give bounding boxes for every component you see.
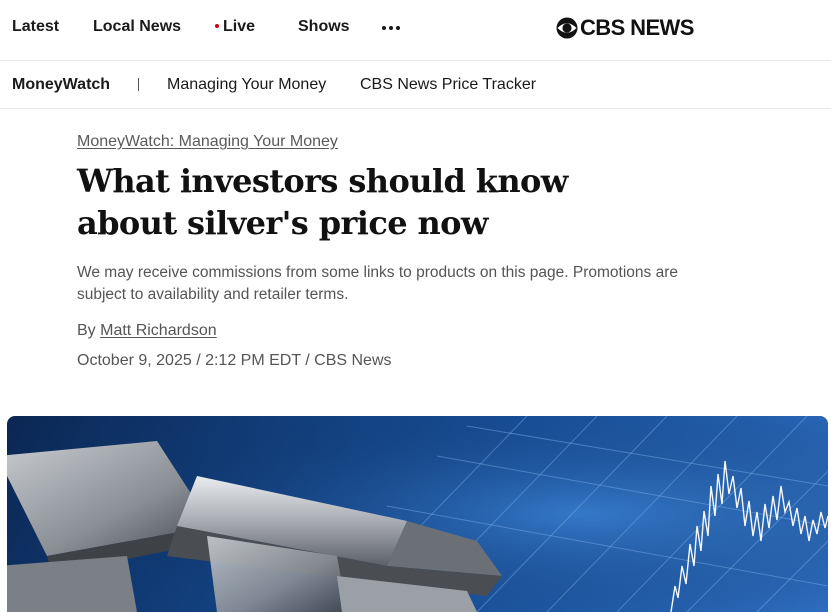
nav-local-news[interactable]: Local News xyxy=(93,18,181,36)
nav-live[interactable]: Live xyxy=(215,18,255,36)
more-dots-icon[interactable] xyxy=(382,21,400,35)
dateline: October 9, 2025 / 2:12 PM EDT / CBS News xyxy=(77,352,392,369)
cbs-news-logo[interactable]: CBS NEWS xyxy=(556,14,694,42)
nav-shows[interactable]: Shows xyxy=(298,18,350,36)
section-link-managing-your-money[interactable]: Managing Your Money xyxy=(167,76,326,94)
cbs-eye-icon xyxy=(556,17,578,39)
section-link-price-tracker[interactable]: CBS News Price Tracker xyxy=(360,76,536,94)
page-title: What investors should know about silver'… xyxy=(77,162,568,242)
hero-image xyxy=(7,416,828,612)
nav-latest[interactable]: Latest xyxy=(12,18,59,36)
affiliate-disclaimer: We may receive commissions from some lin… xyxy=(77,264,679,303)
top-nav: Latest Local News Live Shows CBS NEWS xyxy=(0,0,831,61)
section-divider xyxy=(138,78,139,91)
live-dot-icon xyxy=(215,24,219,28)
section-moneywatch[interactable]: MoneyWatch xyxy=(12,76,110,94)
brand-name: CBS NEWS xyxy=(580,15,694,40)
nav-live-label: Live xyxy=(223,18,256,35)
byline: By Matt Richardson xyxy=(77,322,217,340)
section-nav: MoneyWatch Managing Your Money CBS News … xyxy=(0,61,831,109)
author-link[interactable]: Matt Richardson xyxy=(100,322,217,339)
byline-prefix: By xyxy=(77,322,96,339)
silver-bars-chart-image xyxy=(7,416,828,612)
breadcrumb[interactable]: MoneyWatch: Managing Your Money xyxy=(77,133,338,151)
